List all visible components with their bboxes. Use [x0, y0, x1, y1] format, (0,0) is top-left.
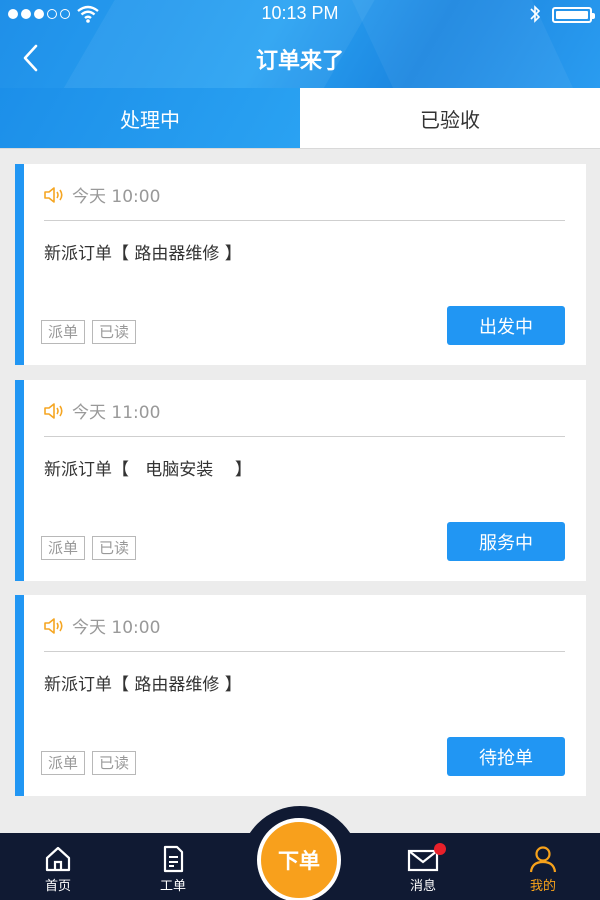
- nav-messages-label: 消息: [409, 879, 436, 894]
- order-description: 新派订单【 电脑安装 】: [44, 460, 252, 480]
- speaker-icon: [44, 402, 63, 419]
- card-divider: [44, 651, 565, 652]
- card-divider: [44, 220, 565, 221]
- status-action-button[interactable]: 待抢单: [447, 737, 565, 776]
- tag-read: 已读: [92, 751, 137, 775]
- tag-dispatch: 派单: [41, 751, 86, 775]
- order-time-row: 今天 11:00: [42, 398, 160, 423]
- order-card[interactable]: 今天 11:00 新派订单【 电脑安装 】 派单 已读 服务中: [15, 380, 586, 581]
- order-time: 今天 10:00: [72, 187, 161, 207]
- tag-read: 已读: [92, 536, 137, 560]
- order-tags: 派单 已读: [41, 320, 137, 344]
- user-icon: [529, 846, 557, 873]
- order-time-row: 今天 10:00: [42, 613, 160, 638]
- order-time-row: 今天 10:00: [42, 182, 160, 207]
- card-divider: [44, 436, 565, 437]
- tag-dispatch: 派单: [41, 536, 86, 560]
- tab-accepted[interactable]: 已验收: [300, 88, 600, 148]
- document-icon: [163, 845, 184, 873]
- app-header: 10:13 PM 订单来了: [0, 0, 600, 88]
- nav-home-label: 首页: [44, 879, 71, 894]
- nav-mine-label: 我的: [529, 879, 556, 894]
- status-action-button[interactable]: 出发中: [447, 306, 565, 345]
- order-tags: 派单 已读: [41, 751, 137, 775]
- bluetooth-icon: [530, 5, 541, 23]
- order-description: 新派订单【 路由器维修 】: [44, 675, 242, 695]
- tab-processing[interactable]: 处理中: [0, 88, 300, 148]
- status-time: 10:13 PM: [261, 3, 339, 23]
- notification-badge: [434, 843, 446, 855]
- speaker-icon: [44, 617, 63, 634]
- order-time: 今天 11:00: [72, 403, 161, 423]
- tag-dispatch: 派单: [41, 320, 86, 344]
- speaker-icon: [44, 186, 63, 203]
- status-bar: 10:13 PM: [0, 0, 600, 28]
- tab-bar: 处理中 已验收: [0, 88, 600, 149]
- battery-icon: [552, 7, 595, 23]
- order-description: 新派订单【 路由器维修 】: [44, 244, 242, 264]
- nav-workorder[interactable]: 工单: [138, 845, 208, 894]
- status-action-button[interactable]: 服务中: [447, 522, 565, 561]
- tag-read: 已读: [92, 320, 137, 344]
- nav-mine[interactable]: 我的: [508, 845, 578, 894]
- order-card[interactable]: 今天 10:00 新派订单【 路由器维修 】 派单 已读 出发中: [15, 164, 586, 365]
- nav-messages[interactable]: 消息: [388, 845, 458, 894]
- page-title: 订单来了: [255, 49, 344, 74]
- order-time: 今天 10:00: [72, 618, 161, 638]
- nav-workorder-label: 工单: [159, 879, 186, 894]
- home-icon: [45, 846, 71, 872]
- place-order-button[interactable]: 下单: [257, 818, 341, 900]
- nav-home[interactable]: 首页: [23, 845, 93, 894]
- order-card[interactable]: 今天 10:00 新派订单【 路由器维修 】 派单 已读 待抢单: [15, 595, 586, 796]
- order-tags: 派单 已读: [41, 536, 137, 560]
